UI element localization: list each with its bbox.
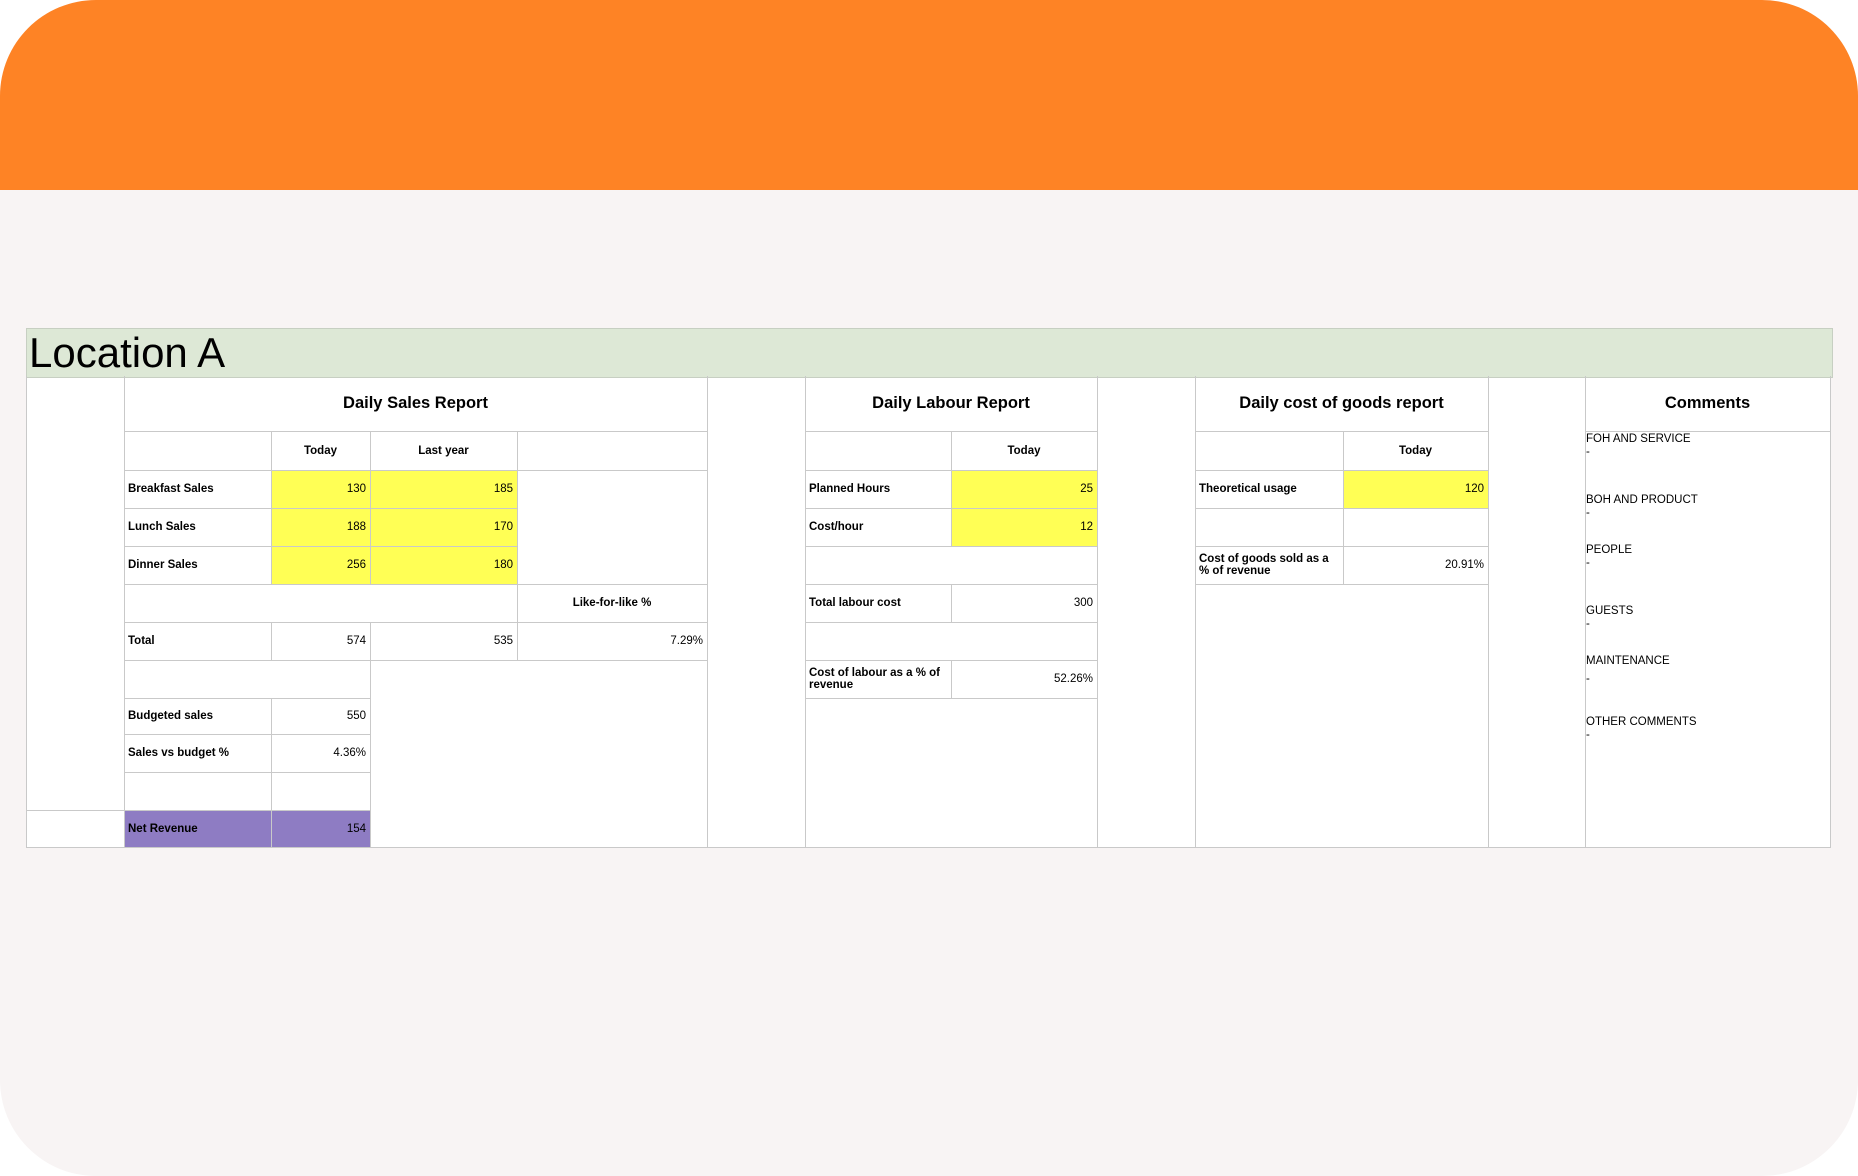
total-labour-cost-value[interactable]: 300 xyxy=(951,584,1097,622)
comment-label: OTHER COMMENTS xyxy=(1586,716,1697,728)
labour-pct-revenue-value[interactable]: 52.26% xyxy=(951,660,1097,698)
like-for-like-value[interactable]: 7.29% xyxy=(517,622,707,660)
comment-label: PEOPLE xyxy=(1586,544,1633,556)
header-banner xyxy=(0,0,1858,190)
budgeted-sales-label: Budgeted sales xyxy=(128,710,213,722)
sales-vs-budget-value[interactable]: 4.36% xyxy=(271,734,370,772)
breakfast-sales-label: Breakfast Sales xyxy=(128,483,214,495)
planned-hours-value[interactable]: 25 xyxy=(951,470,1097,508)
dinner-sales-label: Dinner Sales xyxy=(128,559,198,571)
comment-people[interactable]: PEOPLE - xyxy=(1586,544,1826,570)
labour-pct-revenue-label: Cost of labour as a % of revenue xyxy=(809,667,940,691)
window-frame: Location A Daily Sales Report Today Last… xyxy=(0,0,1858,1176)
sales-report-title: Daily Sales Report xyxy=(343,394,488,412)
comment-foh-service[interactable]: FOH AND SERVICE - xyxy=(1586,433,1826,459)
sales-col-last-year: Last year xyxy=(418,444,469,457)
net-revenue-value[interactable]: 154 xyxy=(271,810,370,848)
comment-guests[interactable]: GUESTS - xyxy=(1586,605,1826,631)
dinner-sales-last-year[interactable]: 180 xyxy=(370,546,517,584)
labour-report-title: Daily Labour Report xyxy=(872,394,1030,412)
theoretical-usage-label: Theoretical usage xyxy=(1199,483,1297,495)
cogs-report-title: Daily cost of goods report xyxy=(1239,394,1444,412)
net-revenue-label: Net Revenue xyxy=(128,823,198,835)
comment-label: FOH AND SERVICE xyxy=(1586,433,1691,445)
cogs-pct-revenue-label: Cost of goods sold as a % of revenue xyxy=(1199,553,1329,577)
lunch-sales-last-year[interactable]: 170 xyxy=(370,508,517,546)
theoretical-usage-value[interactable]: 120 xyxy=(1343,470,1488,508)
comment-label: BOH AND PRODUCT xyxy=(1586,494,1698,506)
comments-title: Comments xyxy=(1664,394,1751,412)
dinner-sales-today[interactable]: 256 xyxy=(271,546,370,584)
lunch-sales-today[interactable]: 188 xyxy=(271,508,370,546)
comment-label: MAINTENANCE xyxy=(1586,655,1670,667)
breakfast-sales-today[interactable]: 130 xyxy=(271,470,370,508)
cogs-pct-revenue-value[interactable]: 20.91% xyxy=(1343,546,1488,584)
planned-hours-label: Planned Hours xyxy=(809,483,891,495)
total-sales-today[interactable]: 574 xyxy=(271,622,370,660)
sales-vs-budget-label: Sales vs budget % xyxy=(128,747,229,759)
comment-value: - xyxy=(1586,557,1590,569)
total-sales-last-year[interactable]: 535 xyxy=(370,622,517,660)
like-for-like-label: Like-for-like % xyxy=(572,597,652,609)
lunch-sales-label: Lunch Sales xyxy=(128,521,196,533)
budgeted-sales-value[interactable]: 550 xyxy=(271,698,370,734)
comment-value: - xyxy=(1586,446,1590,458)
comment-maintenance[interactable]: MAINTENANCE - xyxy=(1586,655,1826,686)
sales-col-today: Today xyxy=(303,444,337,457)
comment-other[interactable]: OTHER COMMENTS - xyxy=(1586,716,1826,742)
labour-col-today: Today xyxy=(1007,444,1041,457)
cost-per-hour-label: Cost/hour xyxy=(809,521,864,533)
cost-per-hour-value[interactable]: 12 xyxy=(951,508,1097,546)
comment-value: - xyxy=(1586,507,1590,519)
cogs-col-today: Today xyxy=(1398,444,1432,457)
spreadsheet: Location A Daily Sales Report Today Last… xyxy=(26,328,1833,848)
breakfast-sales-last-year[interactable]: 185 xyxy=(370,470,517,508)
comment-boh-product[interactable]: BOH AND PRODUCT - xyxy=(1586,494,1826,520)
total-sales-label: Total xyxy=(128,635,155,647)
total-labour-cost-label: Total labour cost xyxy=(809,597,901,609)
comment-label: GUESTS xyxy=(1586,605,1634,617)
comment-value: - xyxy=(1586,673,1590,685)
comment-value: - xyxy=(1586,729,1590,741)
comment-value: - xyxy=(1586,618,1590,630)
